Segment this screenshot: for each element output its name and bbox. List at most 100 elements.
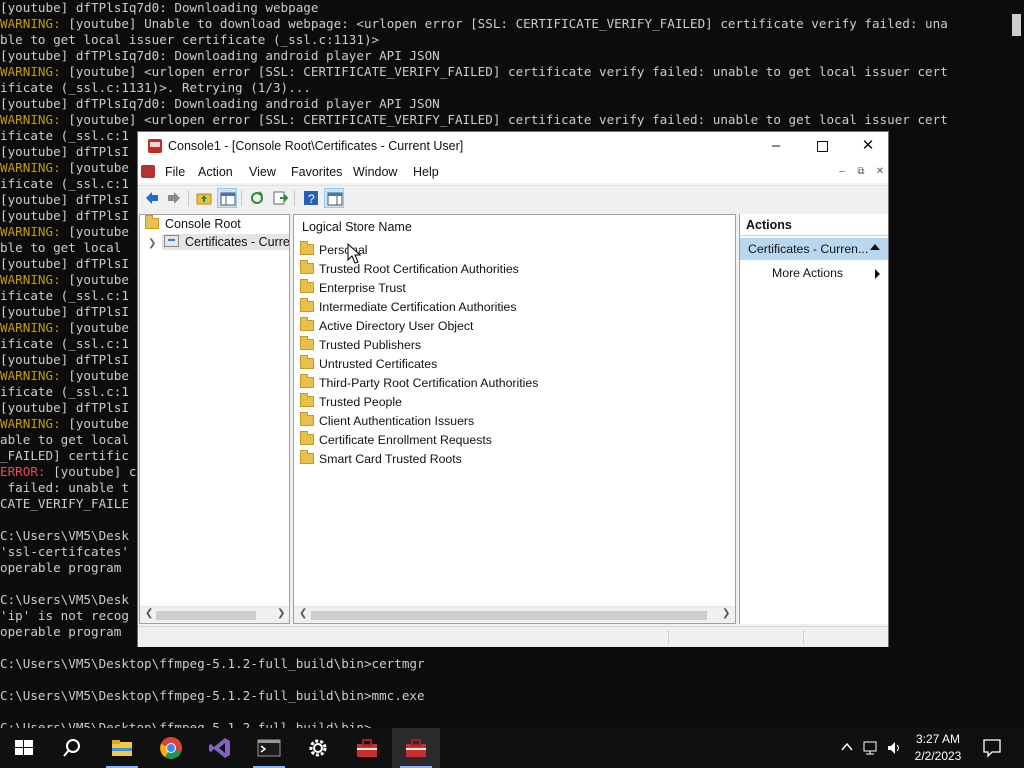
- console-line: WARNING: [youtube] Unable to download we…: [0, 16, 1008, 32]
- menu-help[interactable]: Help: [413, 165, 439, 179]
- console-line-text: [youtube] dfTPlsI: [0, 352, 129, 367]
- menu-favorites[interactable]: Favorites: [291, 165, 342, 179]
- warning-prefix: WARNING:: [0, 64, 61, 79]
- menu-action[interactable]: Action: [198, 165, 233, 179]
- clock-date: 2/2/2023: [914, 749, 962, 763]
- list-item[interactable]: Third-Party Root Certification Authoriti…: [300, 374, 538, 395]
- forward-button[interactable]: [164, 188, 184, 208]
- clock[interactable]: 3:27 AM 2/2/2023: [907, 731, 969, 765]
- back-arrow-icon: [146, 192, 158, 204]
- menu-view[interactable]: View: [249, 165, 276, 179]
- file-explorer-icon: [112, 740, 132, 756]
- list-item-label: Enterprise Trust: [319, 281, 406, 295]
- chevron-right-icon[interactable]: ❯: [148, 238, 158, 249]
- console-line-text: C:\Users\VM5\Desk: [0, 528, 129, 543]
- more-actions-item[interactable]: More Actions: [772, 266, 843, 280]
- list-item[interactable]: Certificate Enrollment Requests: [300, 431, 492, 452]
- menu-window[interactable]: Window: [353, 165, 397, 179]
- tree-node-label: Console Root: [165, 217, 241, 231]
- visual-studio-button[interactable]: [196, 728, 244, 768]
- scroll-right-arrow-icon[interactable]: ❯: [277, 608, 285, 619]
- scroll-left-arrow-icon[interactable]: ❮: [145, 608, 153, 619]
- export-list-button[interactable]: [270, 188, 290, 208]
- search-button[interactable]: [48, 728, 96, 768]
- list-horizontal-scrollbar[interactable]: ❮ ❯: [294, 606, 735, 623]
- list-item[interactable]: Trusted People: [300, 393, 402, 414]
- taskbar: 3:27 AM 2/2/2023: [0, 728, 1024, 768]
- column-header-logical-store-name[interactable]: Logical Store Name: [302, 220, 412, 234]
- list-item[interactable]: Client Authentication Issuers: [300, 412, 474, 433]
- show-hidden-icons-chevron-icon[interactable]: [840, 740, 854, 754]
- list-item[interactable]: Active Directory User Object: [300, 317, 474, 338]
- refresh-icon: [251, 191, 263, 204]
- console-scrollbar[interactable]: [1008, 0, 1024, 728]
- svg-text:?: ?: [308, 192, 315, 206]
- certificate-snapin-icon: [164, 235, 179, 247]
- settings-button[interactable]: [294, 728, 342, 768]
- console-line-text: ble to get local issuer certificate (_ss…: [0, 32, 380, 47]
- list-item[interactable]: Trusted Publishers: [300, 336, 421, 357]
- chrome-button[interactable]: [147, 728, 195, 768]
- start-button[interactable]: [0, 728, 48, 768]
- console-scroll-thumb[interactable]: [1012, 14, 1021, 36]
- actions-section-certificates[interactable]: Certificates - Curren...: [740, 238, 888, 260]
- notification-center-icon[interactable]: [982, 738, 1002, 758]
- console-line-text: operable program: [0, 560, 129, 575]
- console-tree[interactable]: Console Root ❯ Certificates - Curren ❮ ❯: [139, 214, 290, 624]
- submenu-arrow-icon: [875, 269, 880, 279]
- network-icon[interactable]: [862, 740, 880, 756]
- tree-node-certificates[interactable]: ❯ Certificates - Curren: [148, 234, 289, 253]
- console-line-text: _FAILED] certific: [0, 448, 129, 463]
- actions-header: Actions: [740, 214, 888, 236]
- console-line-text: ificate (_ssl.c:1: [0, 288, 129, 303]
- file-explorer-button[interactable]: [98, 728, 146, 768]
- scroll-left-arrow-icon[interactable]: ❮: [299, 608, 307, 619]
- console-line-text: 'ip' is not recog: [0, 608, 129, 623]
- tree-node-console-root[interactable]: Console Root: [145, 215, 241, 235]
- console-line-text: [youtube] dfTPlsI: [0, 144, 129, 159]
- console-line-text: [youtube] dfTPlsI: [0, 304, 129, 319]
- window-title: Console1 - [Console Root\Certificates - …: [168, 139, 464, 153]
- list-item[interactable]: Trusted Root Certification Authorities: [300, 260, 519, 281]
- visual-studio-icon: [209, 738, 230, 758]
- results-list[interactable]: Logical Store Name Personal Trusted Root…: [293, 214, 736, 624]
- scroll-right-arrow-icon[interactable]: ❯: [722, 608, 730, 619]
- scroll-thumb[interactable]: [311, 611, 707, 620]
- up-one-level-button[interactable]: [194, 188, 214, 208]
- toolbox-app-button[interactable]: [343, 728, 391, 768]
- collapse-up-icon[interactable]: [870, 244, 880, 250]
- back-button[interactable]: [142, 188, 162, 208]
- volume-icon[interactable]: [886, 740, 902, 756]
- title-bar[interactable]: Console1 - [Console Root\Certificates - …: [138, 132, 888, 161]
- console-window-icon[interactable]: [141, 165, 155, 178]
- console-line-text: [youtube] dfTPlsI: [0, 208, 129, 223]
- folder-icon: [300, 279, 314, 293]
- show-hide-action-pane-button[interactable]: [324, 188, 344, 208]
- menu-file[interactable]: File: [165, 165, 185, 179]
- refresh-button[interactable]: [247, 188, 267, 208]
- list-item[interactable]: Intermediate Certification Authorities: [300, 298, 517, 319]
- console-line: [youtube] dfTPlsIq7d0: Downloading webpa…: [0, 0, 1008, 16]
- minimize-button[interactable]: –: [753, 132, 799, 161]
- child-minimize-button[interactable]: –: [835, 165, 849, 179]
- close-button[interactable]: ✕: [845, 132, 891, 161]
- list-item[interactable]: Enterprise Trust: [300, 279, 406, 300]
- list-item[interactable]: Smart Card Trusted Roots: [300, 450, 462, 471]
- console-line-text: CATE_VERIFY_FAILE: [0, 496, 129, 511]
- list-item[interactable]: Untrusted Certificates: [300, 355, 437, 376]
- list-item-label: Active Directory User Object: [319, 319, 474, 333]
- list-item-label: Certificate Enrollment Requests: [319, 433, 492, 447]
- maximize-button[interactable]: [799, 132, 845, 161]
- start-icon: [15, 740, 33, 755]
- child-close-button[interactable]: ✕: [873, 165, 887, 179]
- show-hide-tree-button[interactable]: [217, 188, 237, 208]
- child-restore-button[interactable]: ⧉: [854, 165, 868, 179]
- scroll-thumb[interactable]: [156, 611, 256, 620]
- command-prompt-button[interactable]: [245, 728, 293, 768]
- help-button[interactable]: ?: [301, 188, 321, 208]
- tree-horizontal-scrollbar[interactable]: ❮ ❯: [140, 606, 289, 623]
- mmc-taskbar-button[interactable]: [392, 728, 440, 768]
- mmc-window: Console1 - [Console Root\Certificates - …: [137, 131, 889, 647]
- console-line-text: C:\Users\VM5\Desktop\ffmpeg-5.1.2-full_b…: [0, 688, 425, 703]
